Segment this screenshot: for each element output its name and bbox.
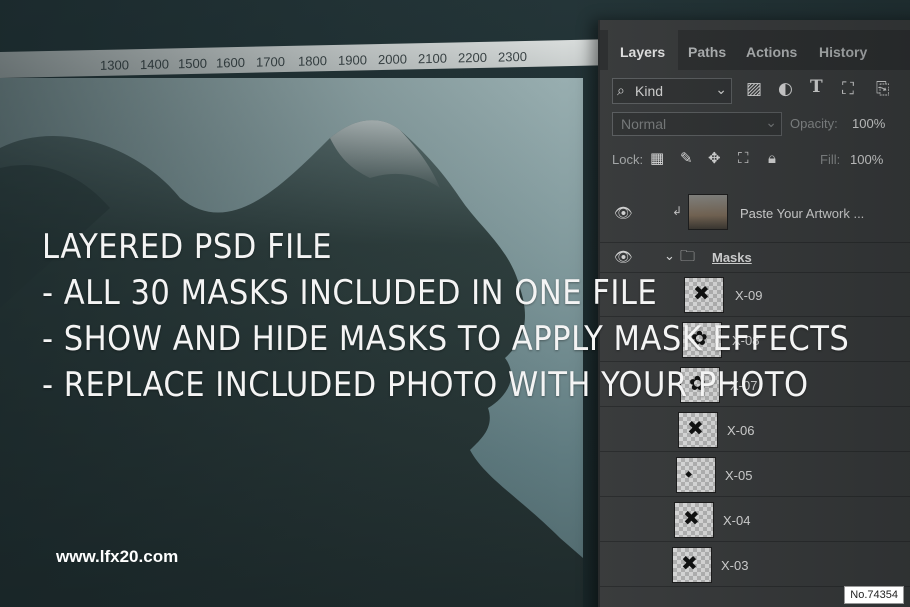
ruler-tick: 1500	[178, 55, 207, 72]
move-icon[interactable]: ✥	[708, 149, 721, 167]
layer-name: Paste Your Artwork ...	[740, 206, 865, 221]
opacity-value[interactable]: 100%	[852, 116, 885, 131]
kind-filter-select[interactable]: ⌕ Kind ⌄	[612, 78, 732, 104]
ruler-tick: 1700	[256, 54, 285, 70]
lock-row: Lock: ▦ ✎ ✥ ⛶ 🔒︎ Fill: 100%	[600, 148, 910, 182]
fill-value[interactable]: 100%	[850, 152, 883, 167]
item-number-badge: No.74354	[844, 586, 904, 604]
ruler-tick: 1900	[338, 52, 367, 68]
blend-row: Normal ⌄ Opacity: 100%	[600, 112, 910, 146]
lock-label: Lock:	[612, 152, 644, 167]
shape-filter-icon[interactable]: ⛶	[842, 79, 854, 99]
ruler-tick: 2000	[378, 51, 407, 68]
tab-history[interactable]: History	[819, 44, 867, 60]
layer-name: X-03	[721, 558, 749, 573]
promo-headline: LAYERED PSD FILE - ALL 30 MASKS INCLUDED…	[42, 224, 849, 408]
image-filter-icon[interactable]: ▨	[746, 79, 762, 99]
fill-label: Fill:	[820, 152, 841, 167]
headline-line: - ALL 30 MASKS INCLUDED IN ONE FILE	[42, 273, 658, 313]
screenshot-stage: 1300 1400 1500 1600 1700 1800 1900 2000 …	[0, 0, 910, 607]
headline-line: - REPLACE INCLUDED PHOTO WITH YOUR PHOTO	[42, 365, 809, 405]
adjustment-filter-icon[interactable]: ◐	[778, 79, 793, 99]
mask-shape-icon: ✖	[687, 416, 704, 440]
mask-thumbnail: ✖	[674, 502, 714, 538]
layer-row-mask[interactable]: ⬩ X-05	[600, 452, 910, 497]
mask-thumbnail: ✖	[672, 547, 712, 583]
lock-transparent-icon[interactable]: ▦	[650, 149, 664, 167]
ruler-tick: 2300	[498, 48, 527, 65]
tab-layers[interactable]: Layers	[620, 44, 665, 60]
chevron-down-icon: ⌄	[715, 81, 727, 97]
mask-shape-icon: ⬩	[685, 461, 693, 485]
layer-name: X-05	[725, 468, 753, 483]
ruler-tick: 1300	[100, 57, 129, 73]
lock-icon[interactable]: 🔒︎	[768, 149, 776, 167]
mask-shape-icon: ✖	[681, 551, 698, 575]
layer-row-mask[interactable]: ✖ X-03	[600, 542, 910, 587]
type-filter-icon[interactable]: T	[810, 77, 823, 97]
kind-filter-label: Kind	[635, 83, 664, 99]
ruler-tick: 1600	[216, 54, 245, 71]
brush-icon[interactable]: ✎	[680, 149, 693, 167]
mask-thumbnail: ⬩	[676, 457, 716, 493]
panel-tabs: Layers Paths Actions History	[600, 30, 910, 72]
layer-row-mask[interactable]: ✖ X-06	[600, 407, 910, 452]
blend-mode-select[interactable]: Normal ⌄	[612, 112, 782, 136]
headline-line: LAYERED PSD FILE	[42, 227, 333, 267]
smart-object-filter-icon[interactable]: ⎘	[876, 79, 890, 99]
artboard-icon[interactable]: ⛶	[738, 149, 749, 167]
layer-name: X-04	[723, 513, 751, 528]
headline-line: - SHOW AND HIDE MASKS TO APPLY MASK EFFE…	[42, 319, 850, 359]
mask-thumbnail: ✖	[678, 412, 718, 448]
clip-arrow-icon: ↲	[672, 204, 683, 218]
search-icon: ⌕	[617, 82, 625, 98]
eye-icon[interactable]: 👁︎	[614, 204, 633, 222]
layer-name: X-06	[727, 423, 755, 438]
filter-row: ⌕ Kind ⌄ ▨ ◐ T ⛶ ⎘	[600, 76, 910, 112]
mask-shape-icon: ✖	[683, 506, 700, 530]
tab-actions[interactable]: Actions	[746, 44, 797, 60]
ruler-tick: 2200	[458, 49, 487, 66]
website-url: www.lfx20.com	[56, 547, 179, 566]
layer-row-mask[interactable]: ✖ X-04	[600, 497, 910, 542]
ruler-tick: 1400	[140, 56, 169, 73]
ruler-tick: 1800	[298, 53, 327, 69]
opacity-label: Opacity:	[790, 116, 838, 131]
ruler-tick: 2100	[418, 50, 447, 67]
chevron-down-icon: ⌄	[765, 114, 777, 130]
horizontal-ruler: 1300 1400 1500 1600 1700 1800 1900 2000 …	[0, 39, 600, 78]
blend-mode-label: Normal	[621, 116, 667, 132]
tab-paths[interactable]: Paths	[688, 44, 726, 60]
